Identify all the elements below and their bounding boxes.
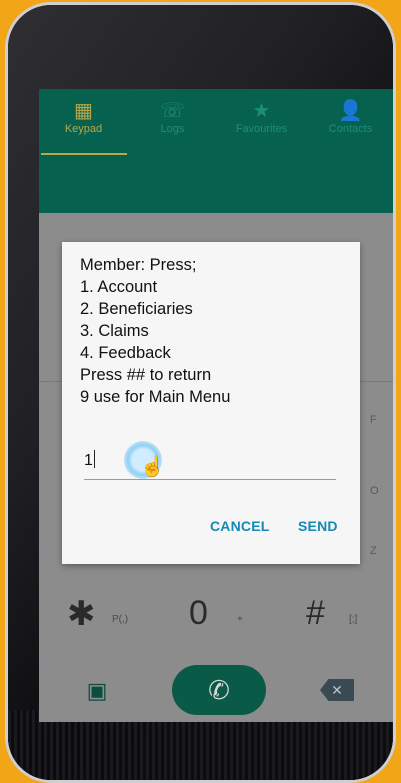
tab-logs[interactable]: ☏ Logs (128, 99, 217, 135)
cancel-button[interactable]: CANCEL (210, 518, 270, 534)
backspace-button[interactable]: ✕ (320, 679, 354, 701)
key-zero-sub: + (237, 614, 243, 625)
dialer-tab-bar: ▦ Keypad ☏ Logs ★ Favourites 👤 Contacts (39, 89, 393, 213)
call-log-icon: ☏ (159, 100, 185, 122)
tab-favourites-label: Favourites (235, 123, 288, 135)
active-tab-indicator (41, 153, 127, 155)
key-hash-sub: [;] (349, 614, 358, 625)
keypad-icon: ▦ (74, 100, 93, 122)
key-letters: F (370, 414, 377, 426)
message-line: Member: Press; (80, 256, 197, 274)
key-zero-digit: 0 (189, 594, 208, 632)
tab-contacts-label: Contacts (328, 123, 373, 135)
tab-keypad-label: Keypad (64, 123, 103, 135)
hand-cursor-icon: ☝ (140, 456, 165, 478)
send-button[interactable]: SEND (298, 518, 338, 534)
response-input-value: 1 (84, 452, 93, 469)
input-underline (84, 479, 336, 480)
tab-contacts[interactable]: 👤 Contacts (306, 99, 393, 135)
phone-icon: ✆ (208, 675, 230, 705)
add-contact-button[interactable]: ▣ (79, 676, 115, 706)
key-letters: Z (370, 545, 377, 557)
hash-icon: # (306, 594, 325, 632)
message-line: Press ## to return (80, 366, 212, 384)
message-line: 9 use for Main Menu (80, 388, 231, 406)
ussd-message: Member: Press; 1. Account 2. Beneficiari… (80, 254, 230, 408)
tab-keypad[interactable]: ▦ Keypad (39, 99, 128, 135)
message-line: 4. Feedback (80, 344, 171, 362)
star-icon: ★ (252, 100, 271, 122)
backspace-icon: ✕ (331, 682, 343, 698)
asterisk-icon: ✱ (67, 595, 96, 633)
message-line: 2. Beneficiaries (80, 300, 193, 318)
keypad-bottom-row: ✱ P(,) 0 + # [;] (39, 594, 393, 644)
call-button[interactable]: ✆ (172, 665, 266, 715)
tab-logs-label: Logs (160, 123, 185, 135)
dialer-actions: ▣ ✆ ✕ (39, 662, 393, 715)
text-caret (93, 450, 95, 468)
tab-favourites[interactable]: ★ Favourites (217, 99, 306, 135)
key-letters: O (370, 485, 379, 497)
key-star-sub: P(,) (112, 614, 129, 625)
message-line: 1. Account (80, 278, 158, 296)
ussd-dialog: Member: Press; 1. Account 2. Beneficiari… (62, 242, 360, 564)
person-icon: 👤 (338, 100, 363, 122)
message-line: 3. Claims (80, 322, 149, 340)
contact-card-icon: ▣ (86, 678, 108, 703)
